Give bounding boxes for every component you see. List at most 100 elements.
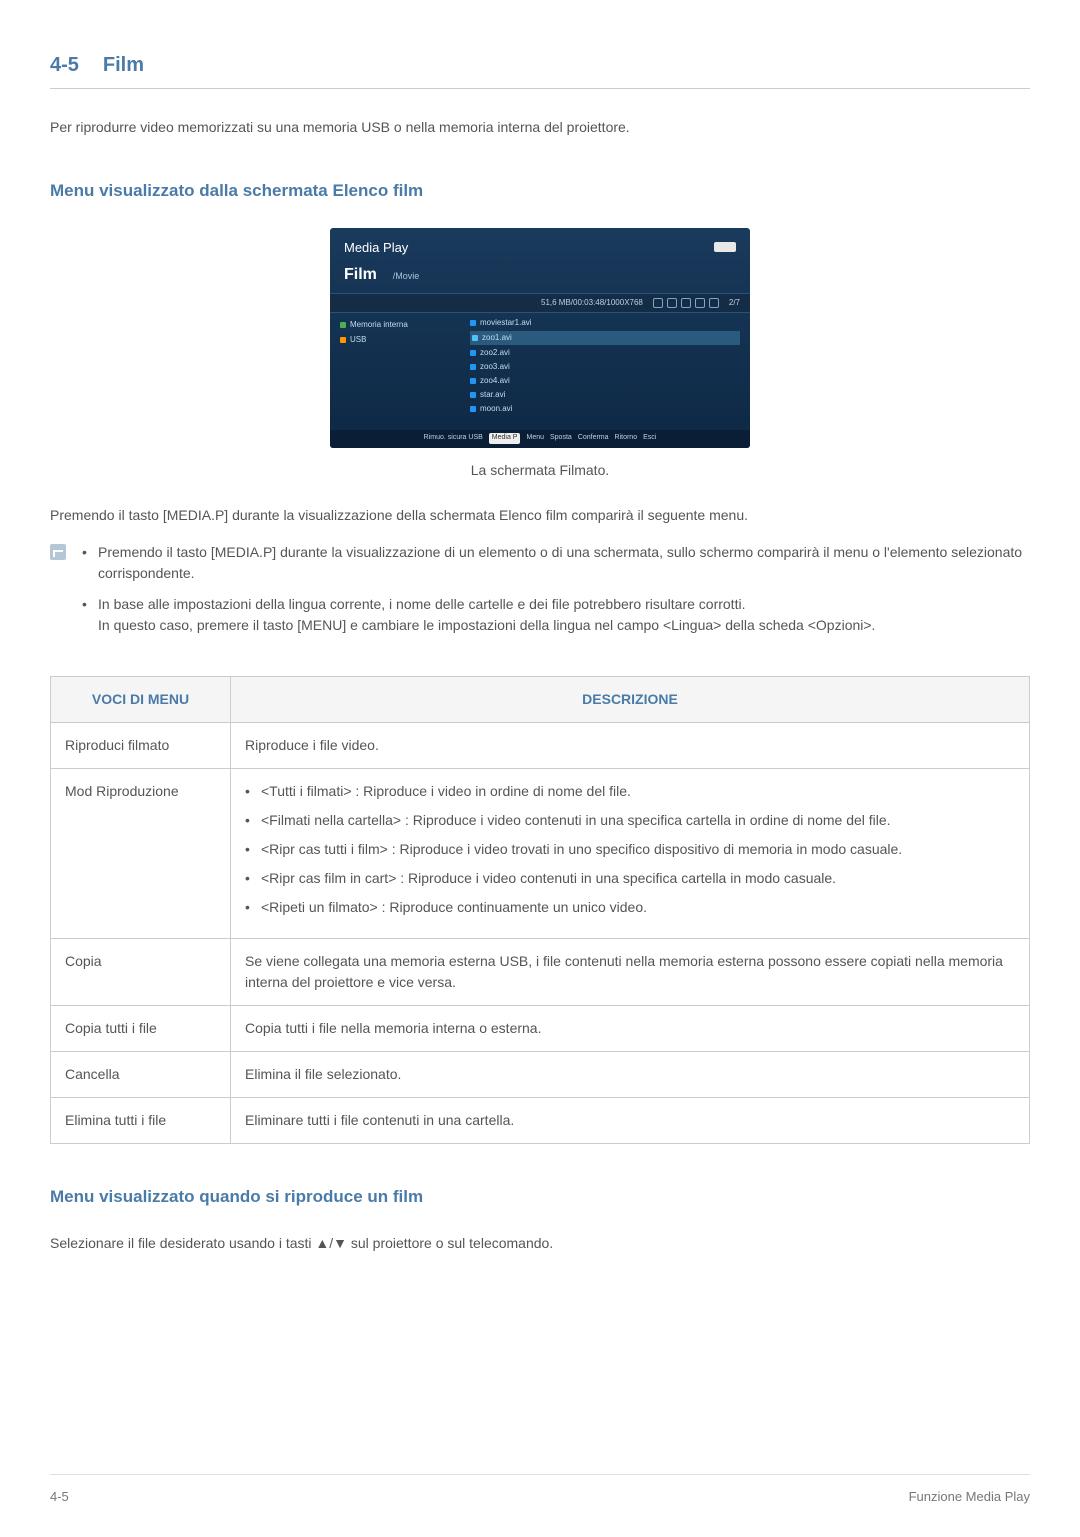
note-icon — [50, 544, 66, 560]
video-file-icon — [470, 364, 476, 370]
table-row: CancellaElimina il file selezionato. — [51, 1051, 1030, 1097]
option-item: <Ripr cas tutti i film> : Riproduce i vi… — [245, 839, 1015, 860]
ms-footer-item: Media P — [489, 433, 521, 444]
ms-file-name: zoo3.avi — [480, 361, 510, 373]
section-number: 4-5 — [50, 50, 79, 80]
ms-source-item: USB — [340, 334, 450, 346]
ms-file-item: moon.avi — [470, 403, 740, 415]
table-header-row: VOCI DI MENU DESCRIZIONE — [51, 676, 1030, 722]
ms-footer-item: Menu — [526, 433, 544, 444]
ms-file-item: moviestar1.avi — [470, 317, 740, 329]
section-title: Film — [103, 50, 144, 80]
note-item-2a: In base alle impostazioni della lingua c… — [98, 596, 745, 612]
ms-file-name: moon.avi — [480, 403, 512, 415]
ms-source-label: USB — [350, 334, 366, 346]
ms-footer-bar: Rimuo. sicura USB Media P Menu Sposta Confer… — [330, 430, 750, 448]
intro-paragraph: Per riprodurre video memorizzati su una … — [50, 117, 1030, 138]
ms-header-title: Media Play — [344, 238, 408, 258]
menu-item-name: Cancella — [51, 1051, 231, 1097]
usb-icon — [714, 242, 736, 252]
option-item: <Filmati nella cartella> : Riproduce i v… — [245, 810, 1015, 831]
note-item-2: In base alle impostazioni della lingua c… — [80, 594, 1030, 636]
media-play-screenshot: Media Play Film /Movie 51,6 MB/00:03:48/… — [330, 228, 750, 448]
ms-file-name: zoo1.avi — [482, 332, 512, 344]
menu-item-description: Elimina il file selezionato. — [231, 1051, 1030, 1097]
info-note-block: Premendo il tasto [MEDIA.P] durante la v… — [50, 542, 1030, 646]
menu-item-name: Elimina tutti i file — [51, 1097, 231, 1143]
ms-file-list: moviestar1.avi zoo1.avi zoo2.avi zoo3.avi zo… — [460, 313, 750, 423]
paragraph-mediap: Premendo il tasto [MEDIA.P] durante la v… — [50, 505, 1030, 526]
video-file-icon — [470, 378, 476, 384]
ms-footer-item: Sposta — [550, 433, 572, 444]
menu-item-description: Copia tutti i file nella memoria interna… — [231, 1005, 1030, 1051]
subheading-play-menu: Menu visualizzato quando si riproduce un… — [50, 1184, 1030, 1210]
ms-footer-item: Rimuo. sicura USB — [424, 433, 483, 444]
ms-file-name: zoo4.avi — [480, 375, 510, 387]
ms-file-name: zoo2.avi — [480, 347, 510, 359]
usb-source-icon — [340, 337, 346, 343]
note-item-2b: In questo caso, premere il tasto [MENU] … — [98, 617, 875, 633]
video-file-icon — [470, 320, 476, 326]
menu-item-name: Copia tutti i file — [51, 1005, 231, 1051]
menu-item-description: <Tutti i filmati> : Riproduce i video in… — [231, 768, 1030, 938]
table-row: Elimina tutti i fileEliminare tutti i fi… — [51, 1097, 1030, 1143]
repeat-one-icon — [667, 298, 677, 308]
ms-header: Media Play — [330, 228, 750, 262]
ms-tab-film: Film — [344, 266, 377, 283]
repeat-icon — [653, 298, 663, 308]
ms-info-text: 51,6 MB/00:03:48/1000X768 — [541, 297, 643, 309]
ms-file-item: zoo3.avi — [470, 361, 740, 373]
ms-file-item: zoo1.avi — [470, 331, 740, 345]
note-item-1: Premendo il tasto [MEDIA.P] durante la v… — [80, 542, 1030, 584]
video-file-icon — [472, 335, 478, 341]
note-list: Premendo il tasto [MEDIA.P] durante la v… — [80, 542, 1030, 646]
menu-options-table: VOCI DI MENU DESCRIZIONE Riproduci filma… — [50, 676, 1030, 1144]
ms-page-indicator: 2/7 — [729, 297, 740, 309]
video-file-icon — [470, 392, 476, 398]
loop-icon — [709, 298, 719, 308]
shuffle-folder-icon — [695, 298, 705, 308]
table-row: Riproduci filmatoRiproduce i file video. — [51, 722, 1030, 768]
subheading-list-menu: Menu visualizzato dalla schermata Elenco… — [50, 178, 1030, 204]
ms-body: Memoria interna USB moviestar1.avi zoo1.av… — [330, 313, 750, 423]
ms-file-name: moviestar1.avi — [480, 317, 532, 329]
page-footer: 4-5 Funzione Media Play — [50, 1474, 1030, 1507]
ms-tab-row: Film /Movie — [330, 261, 750, 293]
footer-section-name: Funzione Media Play — [909, 1487, 1030, 1507]
header-voci-menu: VOCI DI MENU — [51, 676, 231, 722]
ms-source-item: Memoria interna — [340, 319, 450, 331]
menu-item-description: Eliminare tutti i file contenuti in una … — [231, 1097, 1030, 1143]
table-row: Mod Riproduzione <Tutti i filmati> : Ripr… — [51, 768, 1030, 938]
ms-footer-item: Esci — [643, 433, 656, 444]
menu-item-name: Copia — [51, 938, 231, 1005]
ms-file-name: star.avi — [480, 389, 505, 401]
ms-info-bar: 51,6 MB/00:03:48/1000X768 2/7 — [330, 293, 750, 313]
menu-item-description: Se viene collegata una memoria esterna U… — [231, 938, 1030, 1005]
table-row: CopiaSe viene collegata una memoria este… — [51, 938, 1030, 1005]
option-item: <Ripeti un filmato> : Riproduce continua… — [245, 897, 1015, 918]
ms-file-item: zoo2.avi — [470, 347, 740, 359]
paragraph-select-file: Selezionare il file desiderato usando i … — [50, 1233, 1030, 1254]
option-item: <Ripr cas film in cart> : Riproduce i vi… — [245, 868, 1015, 889]
ms-footer-item: Conferma — [578, 433, 609, 444]
screenshot-container: Media Play Film /Movie 51,6 MB/00:03:48/… — [50, 228, 1030, 448]
screenshot-caption: La schermata Filmato. — [50, 460, 1030, 481]
option-item: <Tutti i filmati> : Riproduce i video in… — [245, 781, 1015, 802]
video-file-icon — [470, 350, 476, 356]
ms-file-item: zoo4.avi — [470, 375, 740, 387]
table-row: Copia tutti i fileCopia tutti i file nel… — [51, 1005, 1030, 1051]
header-descrizione: DESCRIZIONE — [231, 676, 1030, 722]
ms-source-list: Memoria interna USB — [330, 313, 460, 423]
shuffle-icon — [681, 298, 691, 308]
option-list: <Tutti i filmati> : Riproduce i video in… — [245, 781, 1015, 918]
footer-page-num: 4-5 — [50, 1487, 69, 1507]
ms-source-label: Memoria interna — [350, 319, 408, 331]
video-file-icon — [470, 406, 476, 412]
section-heading: 4-5 Film — [50, 50, 1030, 89]
ms-footer-item: Ritorno — [615, 433, 638, 444]
menu-item-name: Riproduci filmato — [51, 722, 231, 768]
internal-memory-icon — [340, 322, 346, 328]
menu-item-name: Mod Riproduzione — [51, 768, 231, 938]
ms-file-item: star.avi — [470, 389, 740, 401]
menu-item-description: Riproduce i file video. — [231, 722, 1030, 768]
